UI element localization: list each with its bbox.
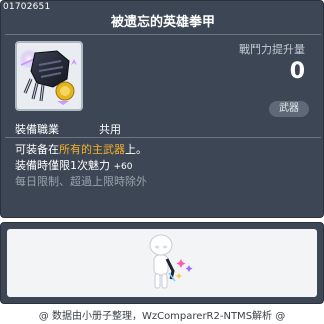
combat-power-label: 戰鬥力提升量 xyxy=(239,43,305,56)
character-avatar-icon xyxy=(149,234,193,289)
description-line: 可装备在所有的主武器上。 xyxy=(15,141,147,157)
desc-text: 可装备在 xyxy=(15,143,59,156)
desc-highlight: 所有的主武器 xyxy=(59,143,125,156)
divider xyxy=(5,137,321,138)
fist-gauntlet-icon xyxy=(19,49,77,105)
description-line: 装備時僅限1次魅力 +60 xyxy=(15,157,133,173)
job-requirement-label: 裝備職業 xyxy=(15,123,59,136)
character-preview-panel xyxy=(0,222,324,304)
item-tooltip: 01702651 被遗忘的英雄拳甲 戰鬥力提升量 0 武器 裝備職業 共用 可装… xyxy=(0,0,324,218)
job-requirement-value: 共用 xyxy=(99,123,121,136)
category-badge: 武器 xyxy=(269,101,309,117)
charm-bonus: +60 xyxy=(113,162,133,172)
desc-text: 上。 xyxy=(125,143,147,156)
divider xyxy=(5,34,321,35)
character-preview xyxy=(7,229,317,297)
item-name: 被遗忘的英雄拳甲 xyxy=(110,15,215,30)
item-icon-frame xyxy=(15,41,83,111)
combat-power-value: 0 xyxy=(289,59,305,84)
desc-text: 装備時僅限1次魅力 xyxy=(15,159,110,172)
description-line: 每日限制、超過上限時除外 xyxy=(15,175,147,188)
footer-credit: @ 数据由小册子整理，WzComparerR2-NTMS解析 @ xyxy=(38,311,286,322)
